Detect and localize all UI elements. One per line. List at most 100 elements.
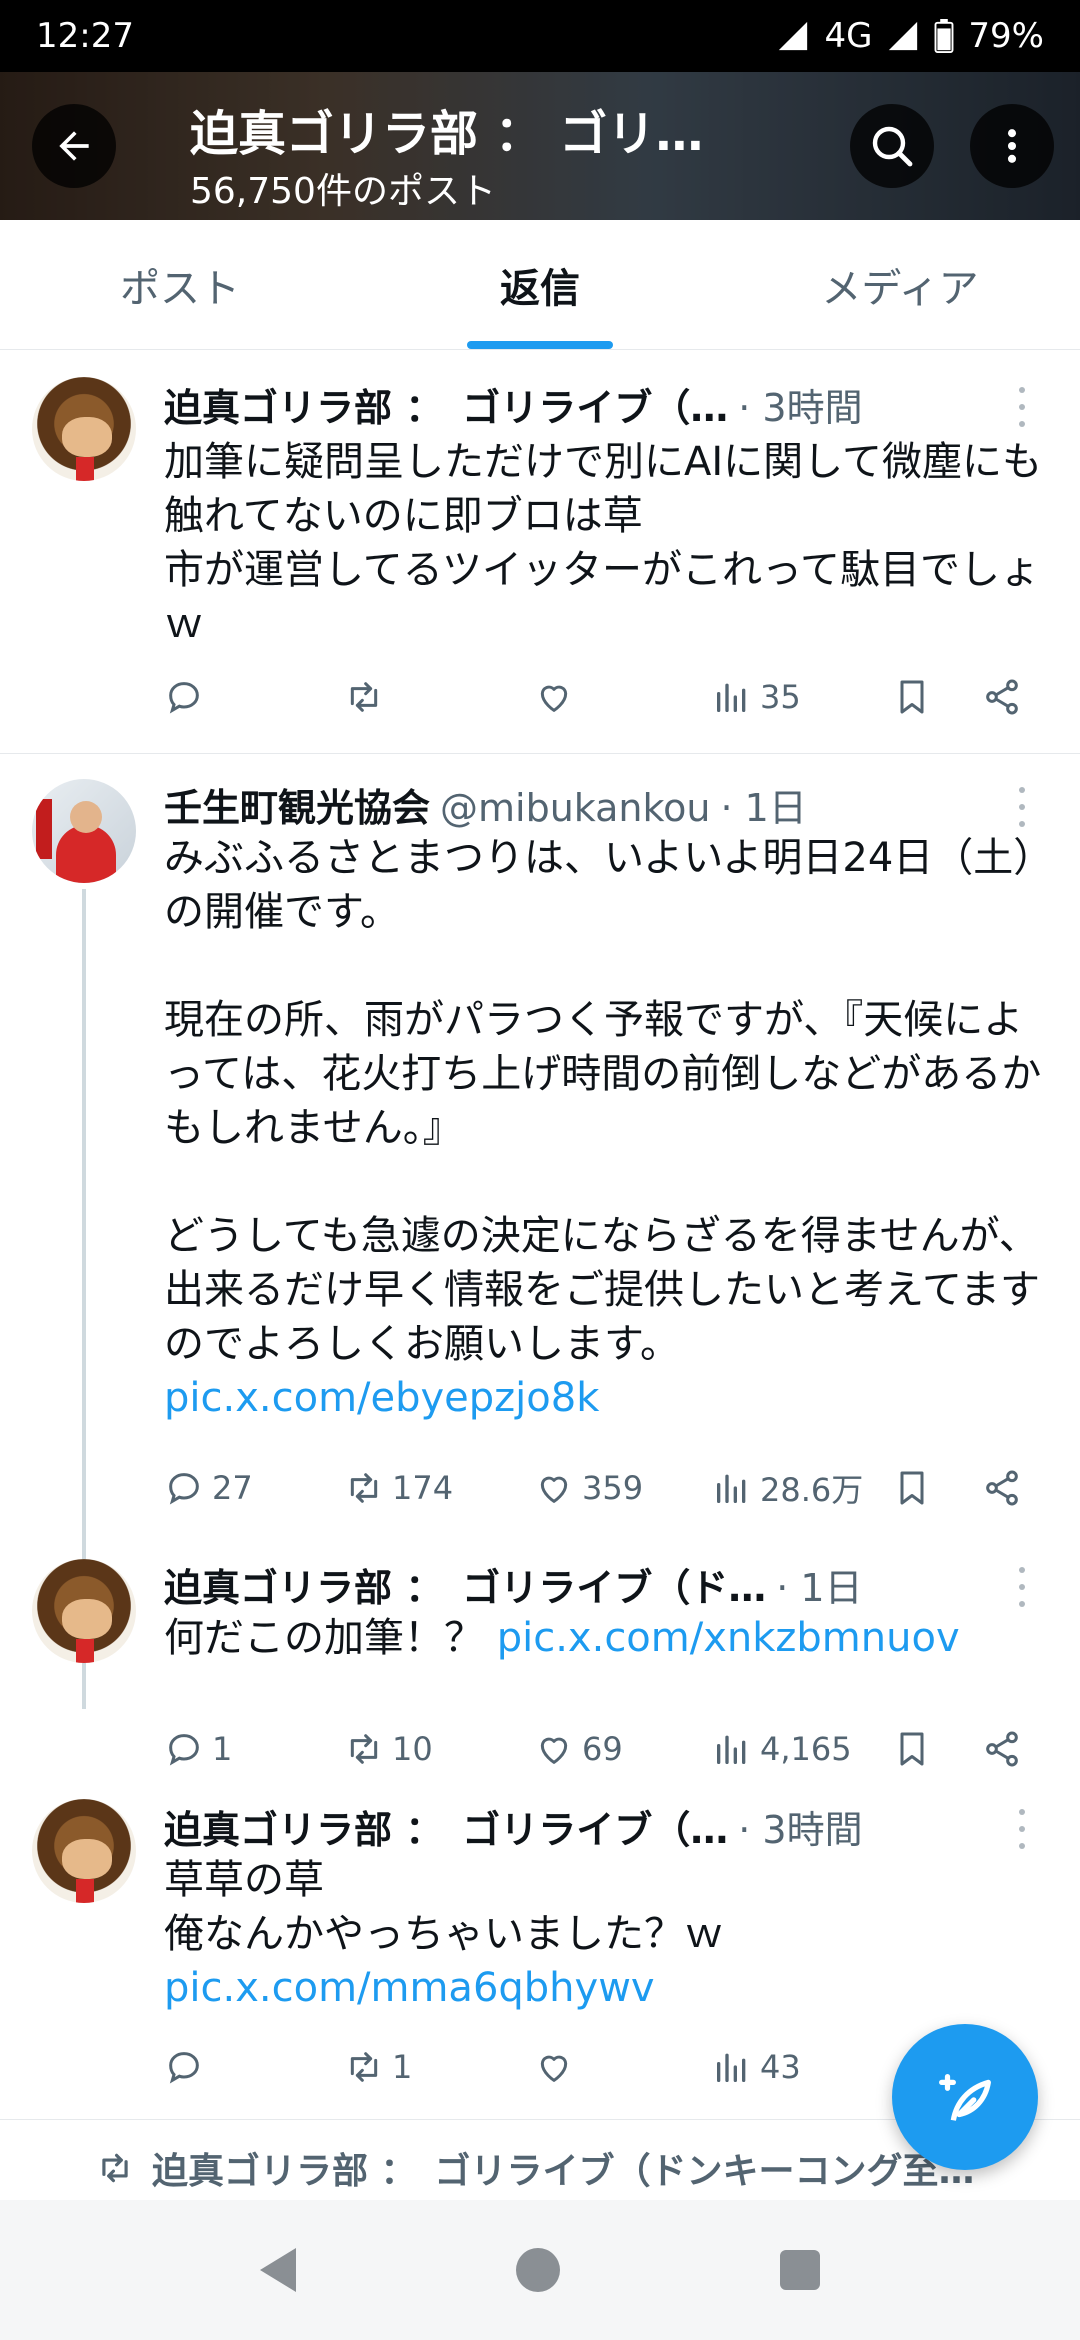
- like-button[interactable]: 69: [534, 1719, 623, 1779]
- views-button[interactable]: 28.6万: [712, 1458, 863, 1518]
- repost-icon: [350, 682, 378, 712]
- avatar[interactable]: [32, 377, 136, 481]
- reply-icon: [169, 1734, 199, 1766]
- repost-button[interactable]: 10: [344, 1719, 433, 1779]
- more-button[interactable]: [970, 104, 1054, 188]
- bookmark-icon: [900, 1732, 924, 1766]
- repost-count: 10: [392, 1730, 433, 1768]
- share-icon: [986, 1731, 1018, 1767]
- tweet-meta: 迫真ゴリラ部 ： ゴリライブ（… · 3時間: [164, 1799, 863, 1854]
- profile-header: 迫真ゴリラ部 ： ゴリ… 56,750件のポスト: [0, 72, 1080, 220]
- nav-home-button[interactable]: [516, 2248, 560, 2292]
- view-count: 4,165: [760, 1730, 852, 1768]
- tab-label: ポスト: [120, 265, 240, 312]
- tweet-text: 草草の草 俺なんかやっちゃいました？ｗ pic.x.com/mma6qbhywv: [164, 1853, 1044, 2015]
- bookmark-icon: [900, 680, 924, 714]
- tweet-time: · 3時間: [738, 1808, 863, 1852]
- author-handle[interactable]: @mibukankou: [440, 786, 710, 830]
- tweet[interactable]: 迫真ゴリラ部 ： ゴリライブ（… · 3時間 加筆に疑問呈しただけで別にAIに関…: [0, 351, 1080, 754]
- repost-banner[interactable]: 迫真ゴリラ部 ： ゴリライブ（ドンキーコング至…: [96, 2142, 1056, 2194]
- tweet-meta: 壬生町観光協会 @mibukankou · 1日: [164, 777, 807, 832]
- tweet-text-content: みぶふるさとまつりは、いよいよ明日24日（土）の開催です。 現在の所、雨がパラつ…: [164, 835, 1042, 1367]
- more-vertical-icon: [1007, 129, 1017, 163]
- tab-label: メディア: [821, 265, 979, 312]
- author-name[interactable]: 壬生町観光協会: [164, 777, 430, 832]
- header-title: 迫真ゴリラ部 ： ゴリ…: [190, 106, 704, 162]
- author-name[interactable]: 迫真ゴリラ部 ： ゴリライブ（…: [164, 1799, 728, 1854]
- profile-tabs: ポスト 返信 メディア: [0, 220, 1080, 350]
- media-link[interactable]: pic.x.com/ebyepzjo8k: [164, 1375, 599, 1421]
- tab-posts[interactable]: ポスト: [0, 220, 360, 349]
- views-icon: [717, 1735, 746, 1764]
- repost-icon: [350, 2052, 378, 2082]
- tweet-text-content: 何だこの加筆！？: [164, 1615, 484, 1661]
- view-count: 43: [760, 2048, 801, 2086]
- repost-button[interactable]: [344, 667, 392, 727]
- views-button[interactable]: 43: [712, 2037, 801, 2097]
- media-link[interactable]: pic.x.com/xnkzbmnuov: [497, 1615, 960, 1661]
- signal-icon-secondary: [889, 21, 918, 51]
- like-button[interactable]: 359: [534, 1458, 643, 1518]
- bookmark-button[interactable]: [892, 1458, 932, 1518]
- repost-icon: [102, 2153, 128, 2183]
- network-type: 4G: [824, 16, 873, 56]
- repost-button[interactable]: 1: [344, 2037, 412, 2097]
- share-button[interactable]: [982, 667, 1022, 727]
- media-link[interactable]: pic.x.com/mma6qbhywv: [164, 1965, 655, 2011]
- reply-button[interactable]: [164, 2037, 212, 2097]
- status-bar: 12:27 4G 79%: [0, 0, 1080, 72]
- back-button[interactable]: [32, 104, 116, 188]
- nav-back-button[interactable]: [260, 2248, 296, 2292]
- repost-banner-text: 迫真ゴリラ部 ： ゴリライブ（ドンキーコング至…: [152, 2151, 975, 2192]
- share-button[interactable]: [982, 1458, 1022, 1518]
- like-button[interactable]: [534, 667, 582, 727]
- bookmark-button[interactable]: [892, 1719, 932, 1779]
- reply-button[interactable]: 1: [164, 1719, 232, 1779]
- search-icon: [872, 126, 913, 167]
- system-navigation-bar: [0, 2200, 1080, 2340]
- views-icon: [717, 1474, 746, 1503]
- tweet-menu-button[interactable]: [1012, 787, 1032, 827]
- tweet-menu-button[interactable]: [1012, 1567, 1032, 1607]
- nav-recents-button[interactable]: [780, 2250, 820, 2290]
- tweet-actions: 35: [164, 667, 1044, 727]
- share-button[interactable]: [982, 1719, 1022, 1779]
- tweet-menu-button[interactable]: [1012, 1809, 1032, 1849]
- tab-label: 返信: [500, 265, 580, 312]
- reply-icon: [169, 2052, 199, 2084]
- like-button[interactable]: [534, 2037, 582, 2097]
- like-count: 69: [582, 1730, 623, 1768]
- bookmark-button[interactable]: [892, 667, 932, 727]
- avatar[interactable]: [32, 1799, 136, 1903]
- reply-button[interactable]: 27: [164, 1458, 253, 1518]
- tab-replies[interactable]: 返信: [360, 220, 720, 349]
- views-icon: [717, 683, 746, 712]
- views-button[interactable]: 35: [712, 667, 801, 727]
- search-button[interactable]: [850, 104, 934, 188]
- tweet[interactable]: 壬生町観光協会 @mibukankou · 1日 みぶふるさとまつりは、いよいよ…: [0, 755, 1080, 1709]
- heart-icon: [540, 685, 568, 712]
- author-name[interactable]: 迫真ゴリラ部 ： ゴリライブ（ド…: [164, 1557, 766, 1612]
- tweet-actions: 1 10 69 4,165: [164, 1719, 1044, 1779]
- heart-icon: [540, 1737, 568, 1764]
- tweet[interactable]: 迫真ゴリラ部 ： ゴリライブ（ド… · 1日 何だこの加筆！？ pic.x.co…: [0, 1535, 1080, 1773]
- tweet-meta: 迫真ゴリラ部 ： ゴリライブ（… · 3時間: [164, 377, 863, 432]
- avatar[interactable]: [32, 1559, 136, 1663]
- tweet-meta: 迫真ゴリラ部 ： ゴリライブ（ド… · 1日: [164, 1557, 863, 1612]
- reply-button[interactable]: [164, 667, 212, 727]
- avatar[interactable]: [32, 779, 136, 883]
- tab-media[interactable]: メディア: [720, 220, 1080, 349]
- repost-button[interactable]: 174: [344, 1458, 453, 1518]
- tweet-menu-button[interactable]: [1012, 387, 1032, 427]
- active-tab-indicator: [467, 341, 613, 349]
- compose-button[interactable]: [892, 2024, 1038, 2170]
- author-name[interactable]: 迫真ゴリラ部 ： ゴリライブ（…: [164, 377, 728, 432]
- tweet-text: 加筆に疑問呈しただけで別にAIに関して微塵にも触れてないのに即ブロは草 市が運営…: [164, 439, 1042, 647]
- views-button[interactable]: 4,165: [712, 1719, 852, 1779]
- like-count: 359: [582, 1469, 644, 1507]
- tweet-actions: 27 174 359 28.6万: [164, 1458, 1044, 1518]
- status-icons: 4G 79%: [776, 16, 1044, 56]
- share-icon: [986, 679, 1018, 715]
- views-icon: [717, 2053, 746, 2082]
- post-count: 56,750件のポスト: [190, 171, 496, 212]
